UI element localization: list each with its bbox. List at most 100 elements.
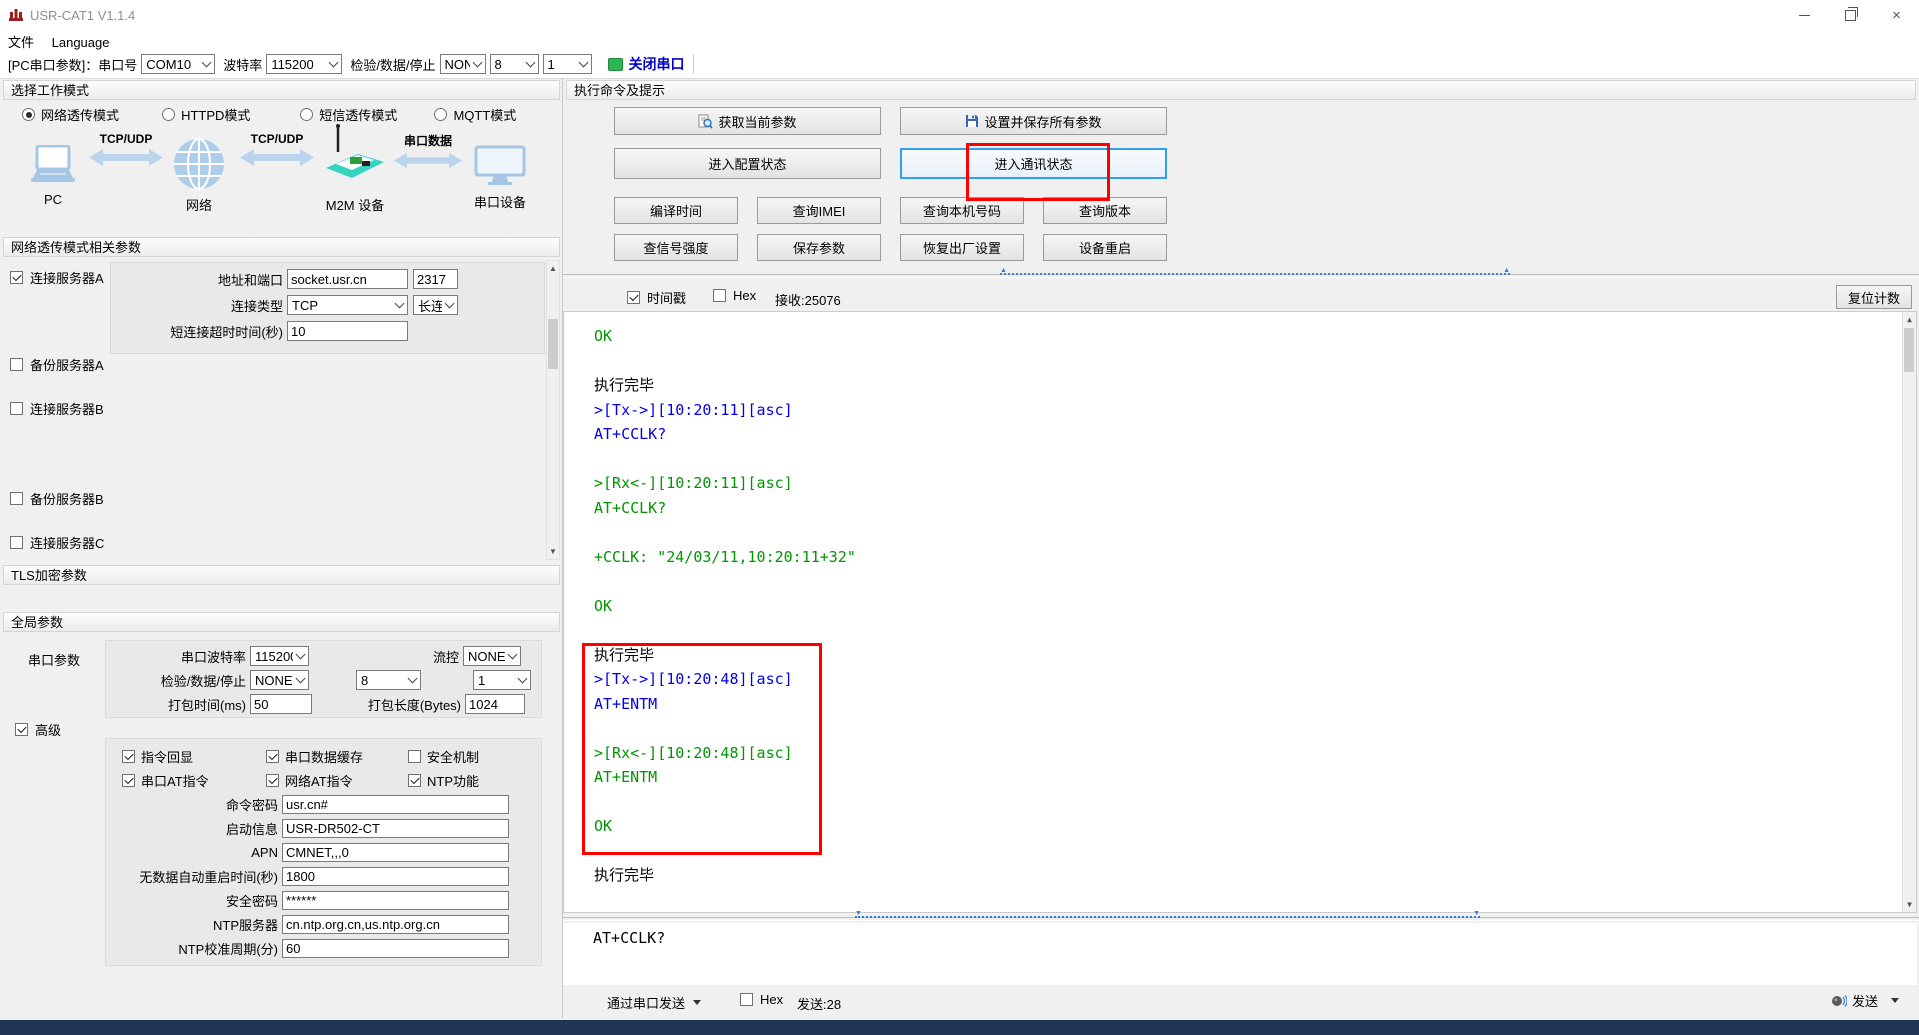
scroll-up-icon[interactable]: ▲ bbox=[547, 261, 559, 276]
command-button[interactable]: 查信号强度 bbox=[614, 234, 738, 261]
enter-config-button[interactable]: 进入配置状态 bbox=[614, 148, 881, 179]
sent-count: 发送:28 bbox=[797, 994, 841, 1013]
conn-mode-select[interactable]: 长连接 bbox=[413, 295, 458, 315]
splitter-handle[interactable]: ▲ ▲ bbox=[1000, 273, 1510, 279]
minimize-button[interactable] bbox=[1782, 0, 1827, 30]
field-input[interactable]: ****** bbox=[282, 891, 509, 910]
advanced-option-checkbox[interactable]: NTP功能 bbox=[408, 771, 479, 790]
baud-select[interactable]: 115200 bbox=[266, 54, 342, 74]
log-splitter-top[interactable]: ▲ ▲ bbox=[563, 272, 1919, 280]
send-via-dropdown[interactable]: 通过串口发送 bbox=[607, 993, 701, 1012]
command-button[interactable]: 恢复出厂设置 bbox=[900, 234, 1024, 261]
send-hex-checkbox[interactable]: Hex bbox=[740, 992, 783, 1007]
chevron-down-icon bbox=[508, 650, 518, 660]
server-a-checkbox[interactable]: 连接服务器A bbox=[10, 268, 104, 287]
splitter-handle[interactable]: ▼ ▼ bbox=[855, 916, 1480, 922]
node-label: 网络 bbox=[186, 195, 212, 214]
scrollbar-thumb[interactable] bbox=[1904, 328, 1914, 372]
field-input[interactable]: 60 bbox=[282, 939, 509, 958]
conn-type-select[interactable]: TCP bbox=[287, 295, 408, 315]
send-input-text: AT+CCLK? bbox=[593, 929, 665, 947]
scrollbar-thumb[interactable] bbox=[548, 319, 558, 369]
log-line bbox=[594, 520, 1916, 545]
checkbox-icon bbox=[408, 774, 421, 787]
serial-stopbits-select[interactable]: 1 bbox=[473, 670, 531, 690]
node-label: PC bbox=[44, 192, 62, 207]
scroll-up-icon[interactable]: ▲ bbox=[1903, 312, 1916, 327]
field-input[interactable]: CMNET,,,0 bbox=[282, 843, 509, 862]
restore-button[interactable] bbox=[1828, 0, 1873, 30]
red-annotation-box bbox=[966, 143, 1110, 201]
serial-parity-select[interactable]: NONE bbox=[250, 670, 309, 690]
checkbox-icon bbox=[408, 750, 421, 763]
pack-time-input[interactable]: 50 bbox=[250, 694, 312, 714]
serial-databits-select[interactable]: 8 bbox=[356, 670, 421, 690]
set-save-params-button[interactable]: 设置并保存所有参数 bbox=[900, 107, 1167, 135]
log-line: +CCLK: "24/03/11,10:20:11+32" bbox=[594, 545, 1916, 570]
close-button[interactable]: × bbox=[1874, 0, 1919, 30]
server-checkbox[interactable]: 连接服务器C bbox=[10, 533, 104, 552]
advanced-option-checkbox[interactable]: 指令回显 bbox=[122, 747, 193, 766]
stopbits-select[interactable]: 1 bbox=[543, 54, 592, 74]
send-button[interactable]: 发送 bbox=[1831, 991, 1899, 1010]
parity-select[interactable]: NONE bbox=[440, 54, 486, 74]
server-checkbox[interactable]: 备份服务器B bbox=[10, 489, 104, 508]
log-line: OK bbox=[594, 594, 1916, 619]
log-scrollbar[interactable]: ▲ ▼ bbox=[1902, 311, 1917, 913]
recv-hex-checkbox[interactable]: Hex bbox=[713, 288, 756, 303]
advanced-option-checkbox[interactable]: 网络AT指令 bbox=[266, 771, 353, 790]
send-input[interactable]: AT+CCLK? bbox=[563, 923, 1917, 985]
app-logo-icon bbox=[8, 7, 24, 23]
log-line: 执行完毕 bbox=[594, 863, 1916, 888]
advanced-option-checkbox[interactable]: 串口AT指令 bbox=[122, 771, 209, 790]
left-panel-scrollbar[interactable]: ▲ ▼ bbox=[546, 260, 560, 560]
server-checkbox[interactable]: 备份服务器A bbox=[10, 355, 104, 374]
server-port-input[interactable]: 2317 bbox=[413, 269, 458, 289]
serial-baud-select[interactable]: 115200 bbox=[250, 646, 309, 666]
command-button[interactable]: 保存参数 bbox=[757, 234, 881, 261]
field-label: 启动信息 bbox=[106, 819, 278, 838]
advanced-option-checkbox[interactable]: 安全机制 bbox=[408, 747, 479, 766]
advanced-checkbox[interactable]: 高级 bbox=[15, 720, 61, 739]
log-output[interactable]: OK执行完毕>[Tx->][10:20:11][asc]AT+CCLK?>[Rx… bbox=[563, 311, 1917, 913]
field-input[interactable]: usr.cn# bbox=[282, 795, 509, 814]
pack-len-input[interactable]: 1024 bbox=[465, 694, 525, 714]
send-bar: 通过串口发送 Hex 发送:28 发送 bbox=[563, 985, 1919, 1018]
checkbox-icon bbox=[10, 271, 23, 284]
section-global[interactable]: 全局参数 bbox=[3, 612, 560, 632]
log-line: AT+CCLK? bbox=[594, 496, 1916, 521]
advanced-option-label: 串口数据缓存 bbox=[285, 747, 363, 766]
log-splitter-bottom[interactable]: ▼ ▼ bbox=[563, 915, 1919, 923]
field-input[interactable]: 1800 bbox=[282, 867, 509, 886]
command-button[interactable]: 编译时间 bbox=[614, 197, 738, 224]
command-button[interactable]: 设备重启 bbox=[1043, 234, 1167, 261]
chevron-down-icon bbox=[202, 58, 212, 68]
advanced-option-checkbox[interactable]: 串口数据缓存 bbox=[266, 747, 363, 766]
chevron-down-icon bbox=[395, 299, 405, 309]
close-serial-button[interactable]: 关闭串口 bbox=[608, 54, 685, 74]
window-title: USR-CAT1 V1.1.4 bbox=[30, 8, 135, 23]
scroll-down-icon[interactable]: ▼ bbox=[547, 544, 559, 559]
short-timeout-input[interactable]: 10 bbox=[287, 321, 408, 341]
server-addr-input[interactable]: socket.usr.cn bbox=[287, 269, 408, 289]
command-button[interactable]: 查询IMEI bbox=[757, 197, 881, 224]
advanced-option-label: 串口AT指令 bbox=[141, 771, 209, 790]
checkbox-icon bbox=[10, 492, 23, 505]
field-input[interactable]: USR-DR502-CT bbox=[282, 819, 509, 838]
server-scroll-area: 连接服务器A 地址和端口 socket.usr.cn 2317 连接类型 TCP… bbox=[3, 260, 560, 560]
section-tls[interactable]: TLS加密参数 bbox=[3, 565, 560, 585]
databits-select[interactable]: 8 bbox=[490, 54, 539, 74]
timestamp-checkbox[interactable]: 时间戳 bbox=[627, 288, 686, 307]
command-button[interactable]: 查询本机号码 bbox=[900, 197, 1024, 224]
link-label: 串口数据 bbox=[404, 132, 452, 149]
scroll-down-icon[interactable]: ▼ bbox=[1903, 897, 1916, 912]
com-port-select[interactable]: COM10 bbox=[141, 54, 215, 74]
advanced-field-row: APN CMNET,,,0 bbox=[106, 843, 543, 862]
get-params-button[interactable]: 获取当前参数 bbox=[614, 107, 881, 135]
field-input[interactable]: cn.ntp.org.cn,us.ntp.org.cn bbox=[282, 915, 509, 934]
flow-select[interactable]: NONE bbox=[463, 646, 521, 666]
command-button[interactable]: 查询版本 bbox=[1043, 197, 1167, 224]
globe-icon bbox=[173, 138, 225, 190]
server-checkbox[interactable]: 连接服务器B bbox=[10, 399, 104, 418]
reset-count-button[interactable]: 复位计数 bbox=[1836, 285, 1912, 309]
